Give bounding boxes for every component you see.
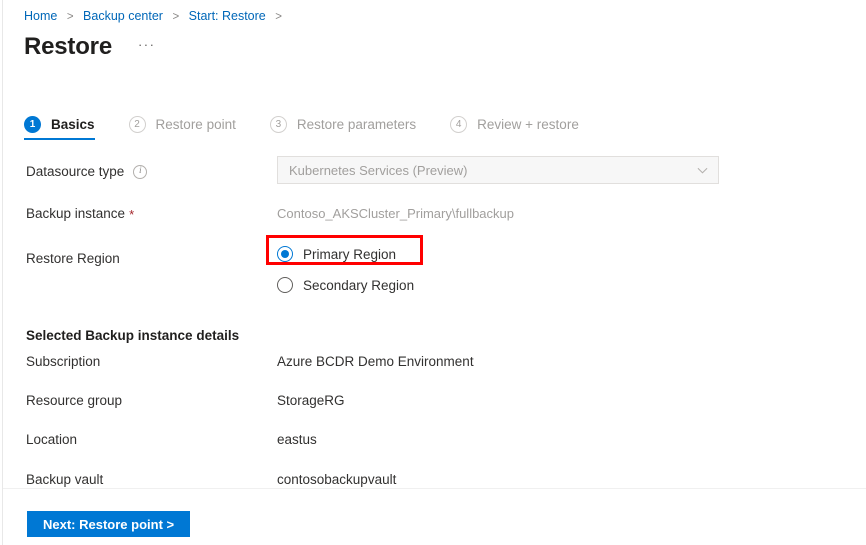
- tab-review-restore-label: Review + restore: [477, 117, 579, 132]
- next-restore-point-button[interactable]: Next: Restore point >: [27, 511, 190, 537]
- backup-instance-label-group: Backup instance *: [26, 204, 134, 224]
- wizard-steps: 1 Basics 2 Restore point 3 Restore param…: [24, 116, 613, 140]
- detail-label-resource-group: Resource group: [26, 391, 122, 411]
- breadcrumb-separator-1: >: [67, 11, 74, 23]
- breadcrumb: Home > Backup center > Start: Restore >: [24, 8, 288, 25]
- detail-value-backup-vault: contosobackupvault: [277, 470, 396, 490]
- radio-primary-region-indicator: [277, 246, 293, 262]
- step-number-3: 3: [270, 116, 287, 133]
- backup-instance-label: Backup instance: [26, 204, 125, 224]
- datasource-type-value: Kubernetes Services (Preview): [289, 163, 467, 178]
- breadcrumb-item-start-restore[interactable]: Start: Restore: [189, 9, 266, 23]
- detail-value-location: eastus: [277, 430, 317, 450]
- tab-basics[interactable]: 1 Basics: [24, 116, 95, 140]
- radio-secondary-region[interactable]: Secondary Region: [277, 274, 414, 296]
- chevron-down-icon: [697, 165, 708, 176]
- tab-restore-point-label: Restore point: [156, 117, 236, 132]
- breadcrumb-item-home[interactable]: Home: [24, 9, 57, 23]
- details-section-title: Selected Backup instance details: [26, 328, 239, 343]
- tab-restore-point[interactable]: 2 Restore point: [129, 116, 236, 140]
- step-number-4: 4: [450, 116, 467, 133]
- detail-value-resource-group: StorageRG: [277, 391, 345, 411]
- detail-label-location: Location: [26, 430, 77, 450]
- radio-primary-region[interactable]: Primary Region: [277, 243, 414, 265]
- tab-restore-parameters[interactable]: 3 Restore parameters: [270, 116, 416, 140]
- info-icon[interactable]: i: [133, 165, 147, 179]
- datasource-type-dropdown[interactable]: Kubernetes Services (Preview): [277, 156, 719, 184]
- title-row: Restore ···: [24, 32, 159, 62]
- breadcrumb-item-backup-center[interactable]: Backup center: [83, 9, 163, 23]
- step-number-2: 2: [129, 116, 146, 133]
- restore-region-label: Restore Region: [26, 249, 120, 269]
- tab-restore-parameters-label: Restore parameters: [297, 117, 416, 132]
- backup-instance-value: Contoso_AKSCluster_Primary\fullbackup: [277, 204, 514, 224]
- detail-value-subscription: Azure BCDR Demo Environment: [277, 352, 474, 372]
- step-number-1: 1: [24, 116, 41, 133]
- restore-region-radio-group: Primary Region Secondary Region: [277, 243, 414, 296]
- footer-divider: [3, 488, 866, 489]
- required-marker: *: [129, 208, 134, 221]
- detail-label-backup-vault: Backup vault: [26, 470, 103, 490]
- datasource-type-label-group: Datasource type i: [26, 162, 147, 182]
- breadcrumb-separator-2: >: [172, 11, 179, 23]
- tab-review-restore[interactable]: 4 Review + restore: [450, 116, 579, 140]
- tab-basics-label: Basics: [51, 117, 95, 132]
- restore-blade: Home > Backup center > Start: Restore > …: [0, 0, 866, 545]
- radio-secondary-region-indicator: [277, 277, 293, 293]
- datasource-type-label: Datasource type: [26, 162, 124, 182]
- radio-primary-region-label: Primary Region: [303, 247, 396, 262]
- radio-secondary-region-label: Secondary Region: [303, 278, 414, 293]
- detail-label-subscription: Subscription: [26, 352, 100, 372]
- breadcrumb-separator-3: >: [275, 11, 282, 23]
- page-title: Restore: [24, 32, 112, 62]
- more-options-icon[interactable]: ···: [134, 35, 160, 54]
